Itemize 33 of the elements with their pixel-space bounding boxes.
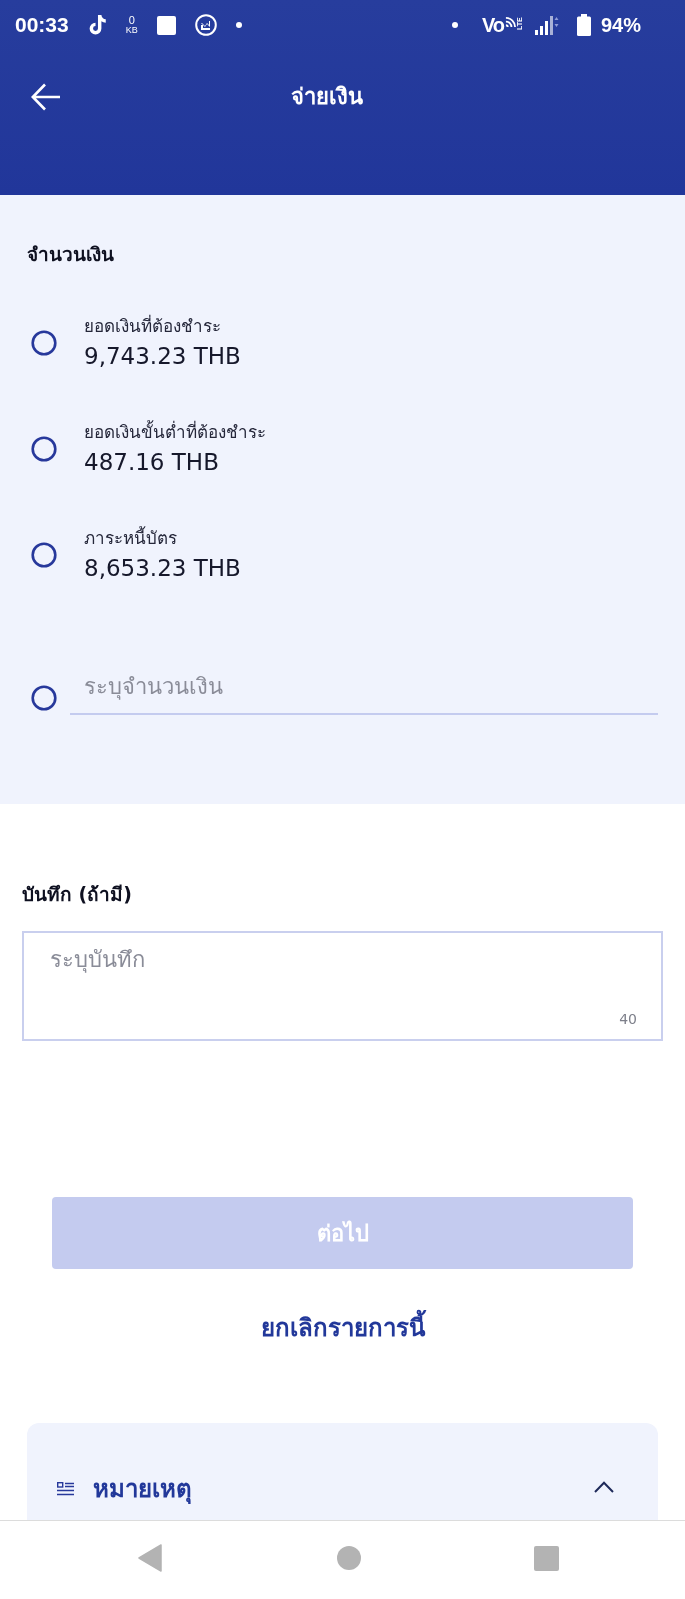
battery-icon (576, 14, 591, 36)
call-label: Vo (481, 14, 504, 36)
radio-button[interactable] (31, 436, 57, 462)
notification-dot-icon (235, 22, 242, 28)
battery-percentage: 94% (600, 13, 641, 37)
notes-title[interactable]: หมายเหตุ (93, 1472, 196, 1506)
page-title: จ่ายเงิน (290, 83, 364, 111)
music-note-icon (87, 14, 107, 36)
section-title: จำนวนเงิน (27, 242, 114, 267)
option-label: ยอดเงินที่ต้องชำระ (84, 313, 221, 338)
option-amount: 8,653.23 THB (84, 554, 241, 583)
square-icon (156, 15, 176, 35)
back-arrow-icon[interactable] (31, 83, 61, 111)
data-speed-unit: KB (125, 25, 138, 35)
wifi-waves-icon (504, 15, 516, 29)
round-badge-icon (194, 14, 217, 36)
radio-button[interactable] (31, 684, 57, 711)
radio-button[interactable] (31, 330, 57, 356)
field-label: บันทึก (ถ้ามี) (22, 882, 132, 907)
data-speed-value: 0 (128, 15, 135, 25)
character-counter: 40 (619, 1010, 637, 1028)
option-amount: 9,743.23 THB (84, 342, 241, 371)
option-label: ยอดเงินขั้นต่ำที่ต้องชำระ (84, 419, 266, 444)
status-time: 00:33 (15, 13, 69, 37)
amount-input[interactable]: ระบุจำนวนเงิน (70, 666, 658, 715)
list-icon (57, 1481, 74, 1497)
chevron-up-icon[interactable] (594, 1481, 614, 1493)
option-label: ภาระหนี้บัตร (84, 525, 177, 550)
radio-button[interactable] (31, 542, 57, 568)
cancel-link[interactable]: ยกเลิกรายการนี้ (254, 1307, 431, 1345)
option-amount: 487.16 THB (84, 448, 219, 477)
notification-dot-icon (451, 22, 458, 28)
signal-icon (534, 15, 559, 35)
